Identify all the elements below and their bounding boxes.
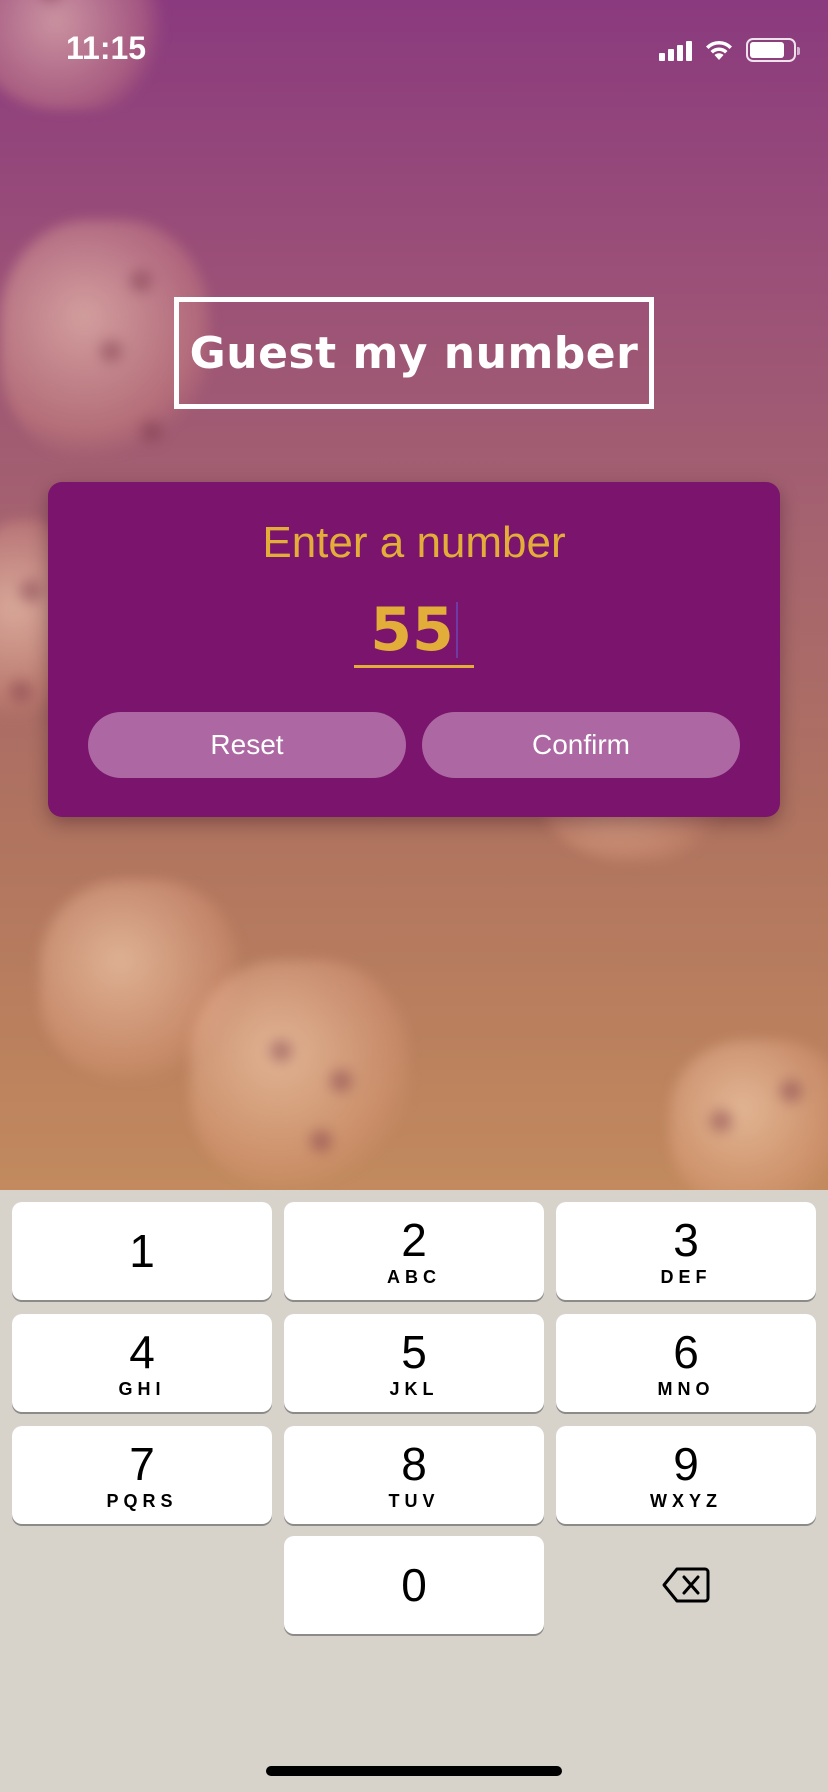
input-card: Enter a number 55 Reset Confirm — [48, 482, 780, 817]
key-digit: 5 — [401, 1325, 427, 1378]
key-digit: 0 — [401, 1559, 427, 1611]
reset-button[interactable]: Reset — [88, 712, 406, 778]
key-9[interactable]: 9 WXYZ — [556, 1426, 816, 1524]
input-label: Enter a number — [262, 518, 566, 567]
wifi-icon — [706, 40, 732, 60]
home-indicator — [266, 1766, 562, 1776]
title-box: Guest my number — [174, 297, 654, 409]
page-title: Guest my number — [189, 327, 639, 379]
key-digit: 6 — [673, 1325, 699, 1378]
key-letters: GHI — [118, 1378, 166, 1399]
key-8[interactable]: 8 TUV — [284, 1426, 544, 1524]
number-input-value: 55 — [370, 594, 454, 665]
key-letters: WXYZ — [650, 1490, 722, 1511]
key-6[interactable]: 6 MNO — [556, 1314, 816, 1412]
backspace-icon — [662, 1567, 710, 1603]
key-letters: TUV — [388, 1490, 440, 1511]
key-0[interactable]: 0 — [284, 1536, 544, 1634]
key-5[interactable]: 5 JKL — [284, 1314, 544, 1412]
key-letters: MNO — [657, 1378, 715, 1399]
key-2[interactable]: 2 ABC — [284, 1202, 544, 1300]
key-digit: 7 — [129, 1437, 155, 1490]
key-letters: JKL — [389, 1378, 439, 1399]
key-letters: PQRS — [106, 1490, 178, 1511]
cellular-signal-icon — [659, 39, 692, 61]
key-letters: ABC — [387, 1266, 441, 1287]
battery-icon — [746, 38, 800, 62]
key-letters: DEF — [660, 1266, 712, 1287]
status-bar: 11:15 — [0, 0, 828, 100]
key-1[interactable]: 1 — [12, 1202, 272, 1300]
number-input[interactable]: 55 — [354, 594, 474, 668]
key-3[interactable]: 3 DEF — [556, 1202, 816, 1300]
key-digit: 1 — [129, 1225, 155, 1277]
backspace-key[interactable] — [556, 1536, 816, 1634]
confirm-button[interactable]: Confirm — [422, 712, 740, 778]
key-7[interactable]: 7 PQRS — [12, 1426, 272, 1524]
key-digit: 2 — [401, 1213, 427, 1266]
text-caret — [455, 601, 458, 658]
key-4[interactable]: 4 GHI — [12, 1314, 272, 1412]
key-digit: 3 — [673, 1213, 699, 1266]
key-digit: 9 — [673, 1437, 699, 1490]
key-digit: 8 — [401, 1437, 427, 1490]
status-time: 11:15 — [66, 30, 147, 66]
numeric-keypad: 1 2 ABC 3 DEF 4 GHI 5 JKL 6 MNO 7 PQRS 8… — [0, 1190, 828, 1792]
status-icons — [659, 36, 800, 64]
key-digit: 4 — [129, 1325, 155, 1378]
